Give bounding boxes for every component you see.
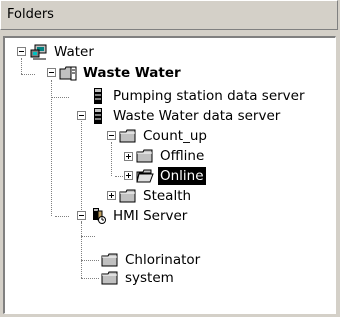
tree-node-stealth[interactable]: Stealth	[119, 186, 193, 206]
folder-icon	[119, 189, 136, 203]
tree-node-label: system	[125, 270, 174, 286]
tree-node-label: Offline	[160, 148, 205, 164]
network-computer-icon	[30, 44, 47, 60]
count-up-expander[interactable]	[107, 131, 116, 140]
tree-node-pumping-station-data-server[interactable]: Pumping station data server	[89, 86, 307, 106]
folder-icon	[119, 129, 136, 143]
folders-header: Folders	[0, 0, 338, 30]
tree-node-label: Count_up	[143, 128, 207, 144]
tree-node-online[interactable]: Online	[136, 166, 206, 186]
tree-node-label: Water	[54, 44, 94, 60]
tree-node-label: Chlorinator	[125, 252, 201, 268]
tree-connector	[81, 278, 99, 279]
tree-node-offline[interactable]: Offline	[136, 146, 206, 166]
hmi-server-icon	[93, 208, 106, 224]
tree-node-label: Waste Water data server	[113, 108, 281, 124]
tree-node-label: Pumping station data server	[113, 88, 305, 104]
tree-node-waste-water-data-server[interactable]: Waste Water data server	[89, 106, 282, 126]
tree-node-label: Waste Water	[83, 65, 181, 81]
tree-connector	[21, 58, 22, 74]
tree-node-label: HMI Server	[113, 208, 188, 224]
folder-icon	[136, 149, 153, 163]
waste-water-data-server-expander[interactable]	[77, 111, 86, 120]
server-icon	[94, 108, 102, 124]
tree-node-system[interactable]: system	[101, 268, 176, 288]
stealth-expander[interactable]	[107, 191, 116, 200]
folder-icon	[101, 253, 118, 267]
tree-node-count-up[interactable]: Count_up	[119, 126, 209, 146]
hmi-server-expander[interactable]	[77, 211, 86, 220]
open-folder-icon	[136, 169, 154, 183]
tree-node-chlorinator[interactable]: Chlorinator	[101, 250, 202, 270]
tree-node-label: Stealth	[143, 188, 192, 204]
waste-water-expander[interactable]	[47, 68, 56, 77]
tree-connector	[51, 97, 69, 98]
tree-connector	[51, 80, 52, 216]
tree-connector	[81, 222, 82, 278]
folders-title: Folders	[7, 7, 54, 22]
online-expander[interactable]	[124, 171, 133, 180]
server-icon	[94, 88, 102, 104]
tree-connector	[81, 236, 95, 237]
tree-node-waste-water[interactable]: Waste Water	[59, 63, 183, 83]
folder-tree[interactable]: Water Waste Water Pumping station data s…	[3, 36, 336, 314]
folder-icon	[101, 271, 118, 285]
tree-connector	[111, 142, 112, 176]
tree-connector	[55, 216, 69, 217]
tree-connector	[81, 260, 99, 261]
offline-expander[interactable]	[124, 152, 133, 161]
tree-connector	[21, 74, 35, 75]
tree-node-hmi-server[interactable]: HMI Server	[89, 206, 189, 226]
tree-node-label: Online	[158, 167, 206, 185]
tree-node-water[interactable]: Water	[30, 42, 96, 62]
server-folder-icon	[59, 66, 77, 81]
water-expander[interactable]	[17, 47, 26, 56]
